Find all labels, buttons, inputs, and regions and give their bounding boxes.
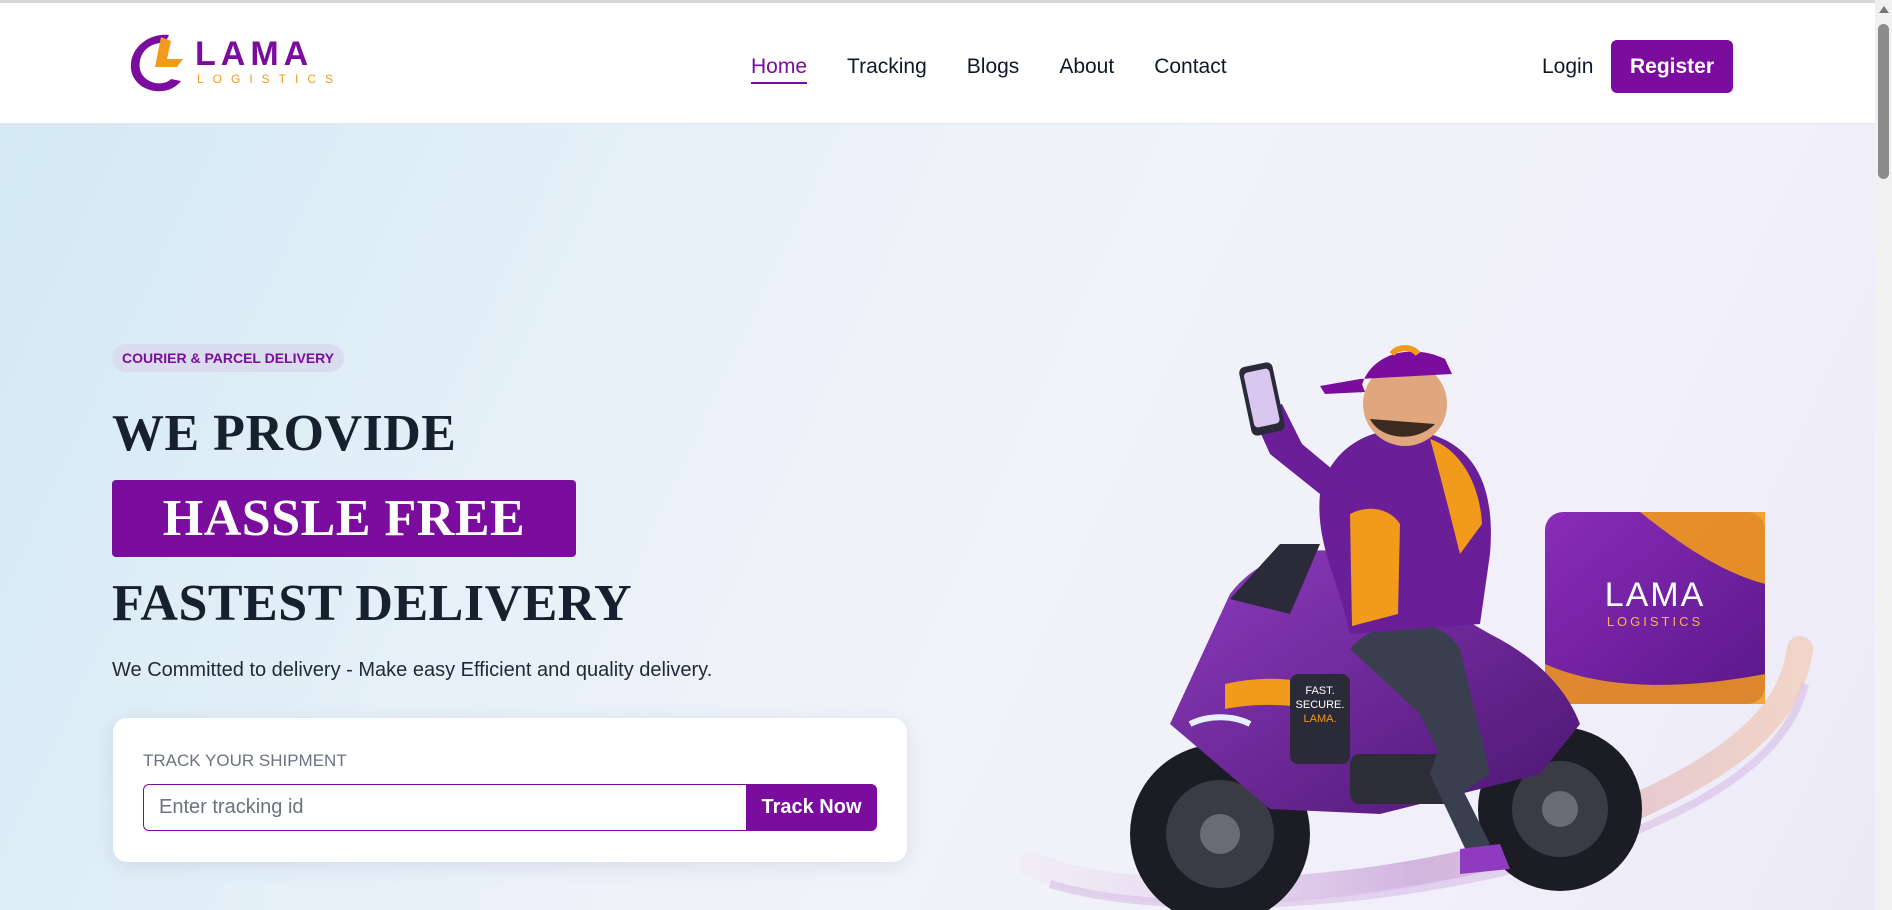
scroll-thumb[interactable]: [1878, 24, 1889, 179]
bike-decal-line2: SECURE.: [1296, 699, 1345, 711]
login-link[interactable]: Login: [1542, 55, 1593, 79]
tracking-id-input[interactable]: [143, 784, 754, 831]
hero-headline-line3: FASTEST DELIVERY: [112, 575, 633, 632]
logo-tagline: LOGISTICS: [197, 72, 342, 86]
logo-wordmark: LAMA: [195, 35, 313, 73]
track-label: TRACK YOUR SHIPMENT: [143, 751, 347, 770]
hero-headline-line1: WE PROVIDE: [112, 405, 457, 462]
hero-section: COURIER & PARCEL DELIVERY WE PROVIDE HAS…: [0, 124, 1875, 910]
delivery-rider-illustration: LAMA LOGISTICS FAST. SECURE. LAMA.: [1020, 345, 1813, 910]
bike-decal-line1: FAST.: [1305, 685, 1334, 697]
hero-headline-highlight: HASSLE FREE: [112, 480, 576, 557]
box-brand-text: LAMA: [1605, 576, 1706, 614]
bike-decal-line3: LAMA.: [1303, 713, 1336, 725]
nav-blogs-link[interactable]: Blogs: [967, 55, 1020, 84]
nav-about-link[interactable]: About: [1059, 55, 1114, 84]
nav-contact-link[interactable]: Contact: [1154, 55, 1226, 84]
nav-home-link[interactable]: Home: [751, 55, 808, 84]
track-shipment-card: TRACK YOUR SHIPMENT Track Now: [113, 718, 907, 862]
track-now-button[interactable]: Track Now: [746, 784, 877, 831]
scroll-up-arrow-icon[interactable]: [1879, 6, 1889, 13]
hero-subtitle: We Committed to delivery - Make easy Eff…: [112, 659, 713, 681]
site-header: LAMA LOGISTICS Home Tracking Blogs About…: [0, 0, 1875, 124]
nav-tracking-link[interactable]: Tracking: [847, 55, 927, 84]
lama-logistics-logo[interactable]: LAMA LOGISTICS: [125, 29, 355, 95]
box-tagline-text: LOGISTICS: [1607, 614, 1703, 629]
register-button[interactable]: Register: [1611, 40, 1733, 93]
main-nav: Home Tracking Blogs About Contact: [751, 55, 1227, 84]
hero-badge: COURIER & PARCEL DELIVERY: [112, 344, 345, 372]
page-scrollbar[interactable]: [1875, 0, 1892, 910]
delivery-box: LAMA LOGISTICS: [1545, 512, 1765, 704]
